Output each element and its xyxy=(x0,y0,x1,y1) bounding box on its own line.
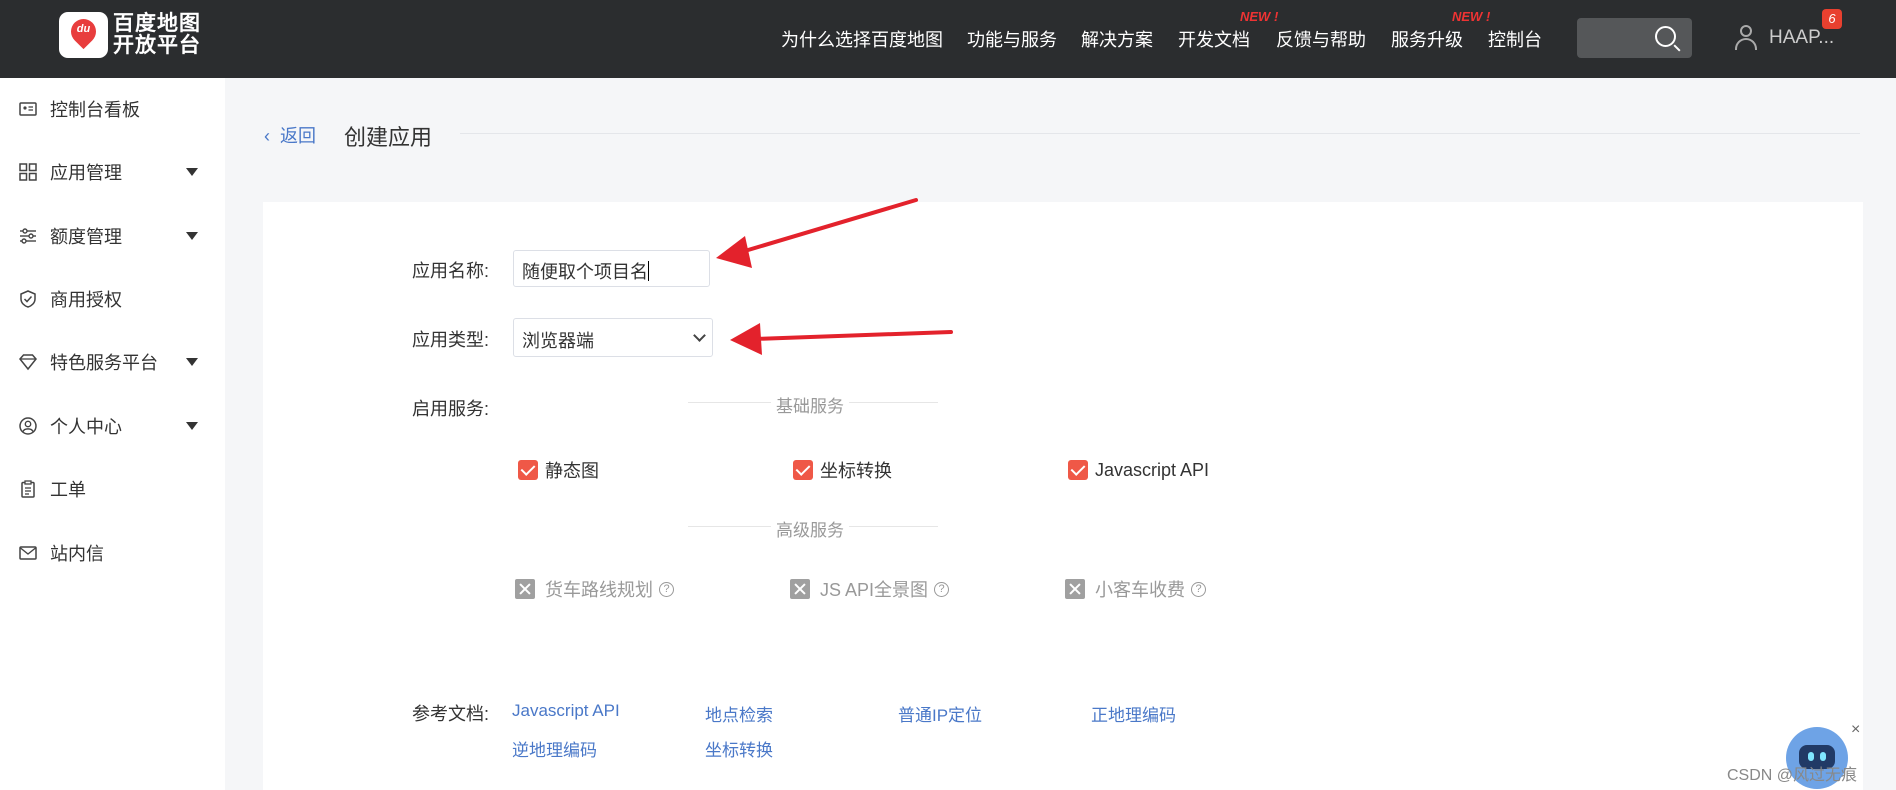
service-label[interactable]: Javascript API xyxy=(1095,460,1209,481)
checkbox-checked-icon[interactable] xyxy=(793,460,813,480)
nav-item-upgrade[interactable]: 服务升级 xyxy=(1391,26,1463,52)
sidebar-item-label: 商用授权 xyxy=(50,290,122,310)
sidebar-item-label: 额度管理 xyxy=(50,227,122,247)
nav-item-docs[interactable]: 开发文档 xyxy=(1178,26,1250,52)
services-label: 启用服务: xyxy=(412,399,490,419)
back-label[interactable]: 返回 xyxy=(280,126,316,146)
nav-item-feedback[interactable]: 反馈与帮助 xyxy=(1276,26,1366,52)
new-badge-upgrade: NEW ! xyxy=(1452,9,1491,24)
checkbox-disabled-icon xyxy=(1065,579,1085,599)
nav-item-why-baidu-map[interactable]: 为什么选择百度地图 xyxy=(781,26,943,52)
sidebar-item-label: 特色服务平台 xyxy=(50,353,158,373)
service-label: 货车路线规划 xyxy=(545,580,653,600)
sidebar-item-tickets[interactable]: 工单 xyxy=(0,469,225,509)
nav-item-console[interactable]: 控制台 xyxy=(1488,26,1542,52)
checkbox-checked-icon[interactable] xyxy=(1068,460,1088,480)
nav-item-features[interactable]: 功能与服务 xyxy=(967,26,1057,52)
advanced-services-title: 高级服务 xyxy=(771,516,849,541)
diamond-icon xyxy=(19,354,37,371)
csdn-watermark: CSDN @风过无痕 xyxy=(1727,767,1858,784)
sidebar-item-label: 个人中心 xyxy=(50,417,122,437)
nav-item-solutions[interactable]: 解决方案 xyxy=(1081,26,1153,52)
chevron-down-icon[interactable] xyxy=(186,232,198,240)
sidebar-item-label: 工单 xyxy=(50,480,86,500)
clipboard-icon xyxy=(21,480,35,498)
search-box[interactable] xyxy=(1577,18,1692,58)
service-label[interactable]: 坐标转换 xyxy=(820,457,892,483)
sidebar-item-app-management[interactable]: 应用管理 xyxy=(0,152,225,192)
help-icon[interactable]: ? xyxy=(1191,581,1206,597)
title-divider xyxy=(460,133,1860,134)
basic-services-title: 基础服务 xyxy=(771,392,849,417)
doc-link-ip-location[interactable]: 普通IP定位 xyxy=(898,701,982,726)
sidebar-item-dashboard[interactable]: 控制台看板 xyxy=(0,89,225,129)
dashboard-card-icon xyxy=(19,102,37,116)
sidebar-item-commercial-license[interactable]: 商用授权 xyxy=(0,279,225,319)
service-js-api-panorama: JS API全景图 ? xyxy=(790,577,950,601)
baidu-map-logo[interactable]: du 百度地图 开放平台 xyxy=(59,12,201,58)
doc-link-reverse-geocoding[interactable]: 逆地理编码 xyxy=(512,736,597,761)
service-coordinate-conversion[interactable]: 坐标转换 xyxy=(793,458,892,482)
text-cursor xyxy=(648,261,649,281)
docs-label: 参考文档: xyxy=(412,704,490,724)
chevron-down-icon[interactable] xyxy=(693,329,706,342)
service-javascript-api[interactable]: Javascript API xyxy=(1068,458,1209,482)
doc-link-javascript-api[interactable]: Javascript API xyxy=(512,701,620,721)
sidebar: 控制台看板 应用管理 额度管理 商用授权 特色服务平台 个人中心 工单 站内信 xyxy=(0,78,225,790)
notification-badge[interactable]: 6 xyxy=(1822,9,1842,29)
mail-icon xyxy=(19,546,37,560)
app-name-value[interactable]: 随便取个项目名 xyxy=(522,262,648,282)
back-link[interactable]: ‹ 返回 xyxy=(264,122,316,148)
user-menu[interactable]: HAAP... xyxy=(1735,22,1834,54)
sidebar-item-label: 控制台看板 xyxy=(50,100,140,120)
sidebar-item-personal-center[interactable]: 个人中心 xyxy=(0,406,225,446)
help-icon[interactable]: ? xyxy=(659,581,674,597)
top-navigation-bar: du 百度地图 开放平台 为什么选择百度地图 功能与服务 解决方案 开发文档 N… xyxy=(0,0,1896,78)
app-name-label: 应用名称: xyxy=(412,261,490,281)
chevron-down-icon[interactable] xyxy=(186,422,198,430)
service-car-toll: 小客车收费 ? xyxy=(1065,577,1206,601)
grid-icon xyxy=(19,163,37,181)
sidebar-item-featured-services[interactable]: 特色服务平台 xyxy=(0,342,225,382)
logo-text-line2: 开放平台 xyxy=(113,34,201,57)
sliders-icon xyxy=(20,228,36,244)
sidebar-item-label: 站内信 xyxy=(50,544,104,564)
user-icon xyxy=(1735,25,1757,51)
checkbox-disabled-icon xyxy=(515,579,535,599)
chevron-down-icon[interactable] xyxy=(186,358,198,366)
shield-check-icon xyxy=(20,290,36,308)
create-app-form-card xyxy=(263,202,1863,790)
logo-text-line1: 百度地图 xyxy=(113,12,201,35)
doc-link-coordinate-conversion[interactable]: 坐标转换 xyxy=(705,736,773,761)
app-type-value[interactable]: 浏览器端 xyxy=(522,331,594,351)
service-static-map[interactable]: 静态图 xyxy=(518,458,599,482)
chevron-left-icon: ‹ xyxy=(264,126,270,146)
service-label[interactable]: 静态图 xyxy=(545,457,599,483)
new-badge-docs: NEW ! xyxy=(1240,9,1279,24)
user-circle-icon xyxy=(19,417,37,435)
user-name[interactable]: HAAP... xyxy=(1769,27,1834,49)
service-label: JS API全景图 xyxy=(820,580,929,600)
app-type-label: 应用类型: xyxy=(412,330,490,350)
page-title: 创建应用 xyxy=(344,125,433,150)
app-type-select[interactable]: 浏览器端 xyxy=(513,318,713,357)
close-icon[interactable]: × xyxy=(1851,721,1860,739)
search-icon[interactable] xyxy=(1655,26,1676,47)
logo-mark-text: du xyxy=(76,23,91,35)
doc-link-geocoding[interactable]: 正地理编码 xyxy=(1091,701,1176,726)
sidebar-item-quota-management[interactable]: 额度管理 xyxy=(0,216,225,256)
checkbox-disabled-icon xyxy=(790,579,810,599)
service-truck-routing: 货车路线规划 ? xyxy=(515,577,674,601)
logo-pin-icon: du xyxy=(59,12,108,58)
app-name-input[interactable]: 随便取个项目名 xyxy=(513,250,710,287)
chevron-down-icon[interactable] xyxy=(186,168,198,176)
help-icon[interactable]: ? xyxy=(934,581,950,597)
doc-link-place-search[interactable]: 地点检索 xyxy=(705,701,773,726)
sidebar-item-label: 应用管理 xyxy=(50,163,122,183)
checkbox-checked-icon[interactable] xyxy=(518,460,538,480)
service-label: 小客车收费 xyxy=(1095,580,1185,600)
sidebar-item-messages[interactable]: 站内信 xyxy=(0,533,225,573)
